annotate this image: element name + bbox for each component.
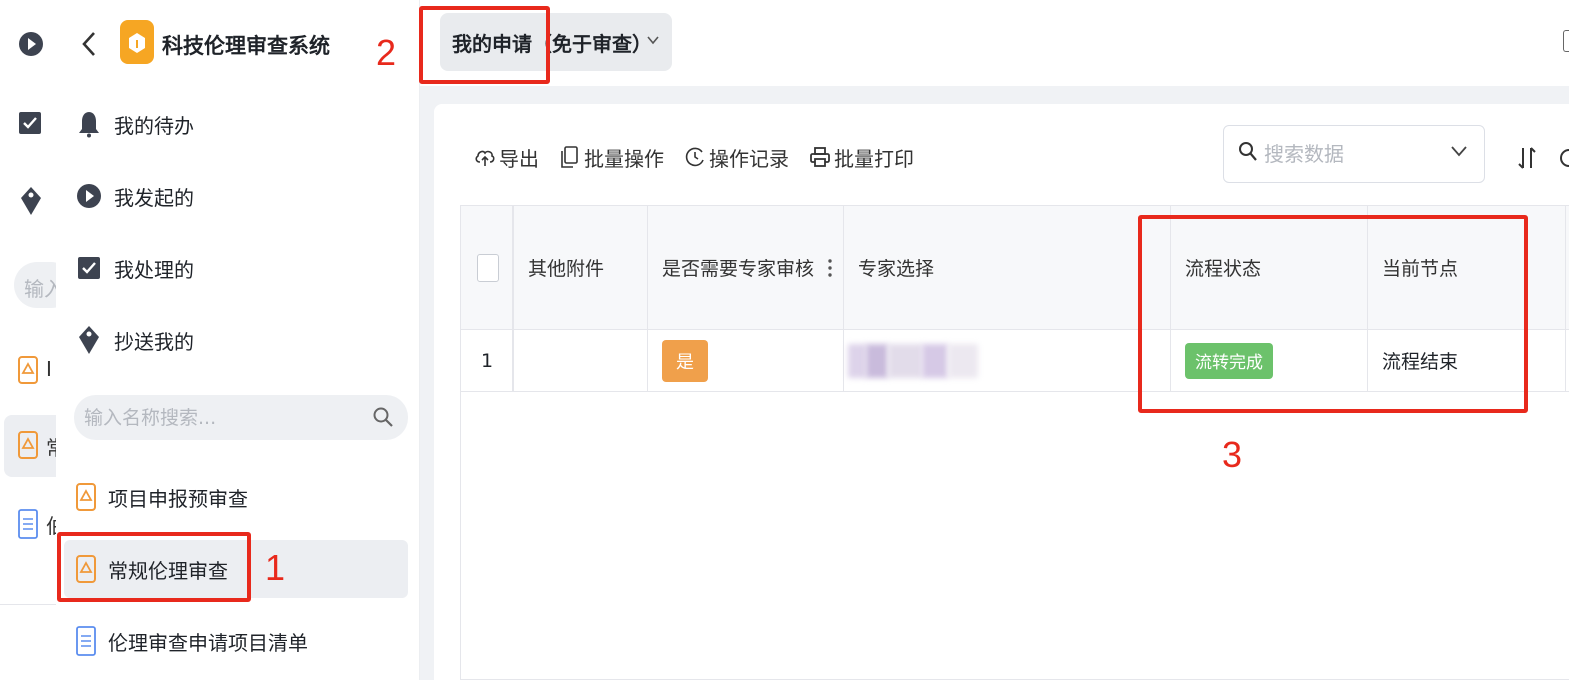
form-app-icon	[76, 482, 100, 512]
column-header[interactable]: 是否需要专家审核	[648, 206, 844, 329]
annotation-label-2: 2	[376, 32, 397, 73]
rail-divider	[0, 604, 60, 605]
more-vertical-icon[interactable]	[827, 258, 833, 282]
view-label: 我的申请（免于审查）	[452, 31, 652, 56]
column-header[interactable]: 当前节点	[1368, 206, 1566, 329]
form-app-icon	[76, 554, 100, 584]
annotation-label-1: 1	[265, 547, 286, 588]
menu-label: 常规伦理审查	[108, 558, 228, 583]
need-expert-tag: 是	[662, 339, 708, 382]
redacted-expert-name	[848, 343, 978, 378]
printer-icon	[809, 146, 831, 168]
node-cell[interactable]: 流程结束	[1368, 330, 1566, 391]
bell-icon	[76, 111, 102, 138]
table-header: 其他附件 是否需要专家审核 专家选择 流程状态 当前节点	[461, 206, 1569, 330]
nav-cc-to-me[interactable]: 抄送我的	[76, 320, 194, 360]
play-circle-icon	[76, 183, 102, 209]
document-icon[interactable]	[18, 509, 38, 543]
search-icon	[1238, 141, 1258, 167]
select-all-checkbox[interactable]	[477, 253, 499, 282]
column-header-label: 当前节点	[1382, 258, 1459, 280]
column-header[interactable]: 专家选择	[844, 206, 1171, 329]
document-icon	[76, 626, 100, 656]
nav-label: 抄送我的	[114, 329, 194, 354]
refresh-icon[interactable]	[1558, 145, 1569, 175]
topbar: 我的申请（免于审查）	[420, 0, 1569, 86]
column-header[interactable]: 流程状态	[1171, 206, 1368, 329]
checkbox-icon[interactable]	[18, 110, 42, 140]
window-icon[interactable]	[1563, 30, 1569, 52]
sidebar-search[interactable]	[74, 395, 408, 440]
current-node-value: 流程结束	[1382, 351, 1459, 373]
tag-icon[interactable]	[18, 184, 44, 222]
column-header[interactable]: 其他附件	[513, 206, 648, 329]
row-index: 1	[481, 349, 494, 372]
menu-item-application-list[interactable]: 伦理审查申请项目清单	[64, 612, 408, 670]
chevron-down-icon[interactable]	[646, 31, 660, 50]
annotation-label-3: 3	[1222, 434, 1243, 475]
data-search-input[interactable]	[1264, 142, 1444, 166]
copy-icon	[559, 146, 581, 168]
form-app-icon[interactable]	[18, 356, 38, 388]
app-logo	[120, 20, 154, 64]
sidebar-search-input[interactable]	[84, 406, 364, 429]
operation-history-button[interactable]: 操作记录	[684, 143, 789, 172]
nav-label: 我的待办	[114, 113, 194, 138]
status-cell[interactable]: 流转完成	[1171, 330, 1368, 391]
collapsed-rail: 输入 I 常 伯	[0, 0, 74, 680]
header-checkbox-cell	[461, 206, 513, 329]
menu-label: 项目申报预审查	[108, 486, 248, 511]
tool-label: 批量打印	[834, 146, 914, 171]
column-header-label: 专家选择	[858, 258, 935, 280]
app-title: 科技伦理审查系统	[162, 34, 330, 58]
chevron-down-icon[interactable]	[1450, 142, 1468, 163]
data-search[interactable]	[1223, 125, 1485, 183]
form-app-icon[interactable]	[18, 431, 38, 463]
view-select[interactable]: 我的申请（免于审查）	[440, 13, 672, 71]
play-circle-icon[interactable]	[18, 31, 44, 61]
sort-icon[interactable]	[1516, 145, 1538, 175]
chevron-left-icon[interactable]	[78, 30, 102, 58]
menu-label: 伦理审查申请项目清单	[108, 630, 308, 655]
tool-label: 操作记录	[709, 146, 789, 171]
export-button[interactable]: 导出	[474, 143, 539, 172]
need-expert-cell[interactable]: 是	[648, 330, 844, 391]
nav-initiated[interactable]: 我发起的	[76, 176, 194, 216]
tool-label: 批量操作	[584, 146, 664, 171]
checkbox-icon	[76, 255, 102, 281]
nav-label: 我发起的	[114, 185, 194, 210]
expert-cell[interactable]	[844, 330, 1171, 391]
table-row[interactable]: 1 是 流转完成 流程结束	[461, 330, 1569, 392]
data-table: 其他附件 是否需要专家审核 专家选择 流程状态 当前节点 1 是 流转完成 流程…	[460, 205, 1569, 680]
nav-processed[interactable]: 我处理的	[76, 248, 194, 288]
search-icon[interactable]	[372, 406, 394, 432]
column-header-label: 流程状态	[1185, 258, 1262, 280]
history-icon	[684, 146, 706, 168]
row-index-cell: 1	[461, 330, 513, 391]
column-header-label: 其他附件	[528, 258, 605, 280]
toolbar: 导出 批量操作 操作记录 批量打印	[474, 140, 934, 174]
tool-label: 导出	[499, 146, 539, 171]
batch-operation-button[interactable]: 批量操作	[559, 143, 664, 172]
sidebar: 科技伦理审查系统 我的待办 我发起的 我处理的 抄送我的 项目申报预审查	[56, 0, 420, 680]
menu-item-regular-ethics-review[interactable]: 常规伦理审查	[64, 540, 408, 598]
status-badge: 流转完成	[1185, 342, 1273, 379]
rail-item-label[interactable]: I	[46, 357, 52, 381]
tag-icon	[76, 326, 102, 354]
attachments-cell[interactable]	[513, 330, 648, 391]
column-header-label: 是否需要专家审核	[662, 258, 815, 280]
cloud-upload-icon	[474, 146, 496, 168]
batch-print-button[interactable]: 批量打印	[809, 143, 914, 172]
menu-item-project-prereview[interactable]: 项目申报预审查	[64, 468, 408, 526]
nav-label: 我处理的	[114, 257, 194, 282]
nav-my-todo[interactable]: 我的待办	[76, 104, 194, 144]
